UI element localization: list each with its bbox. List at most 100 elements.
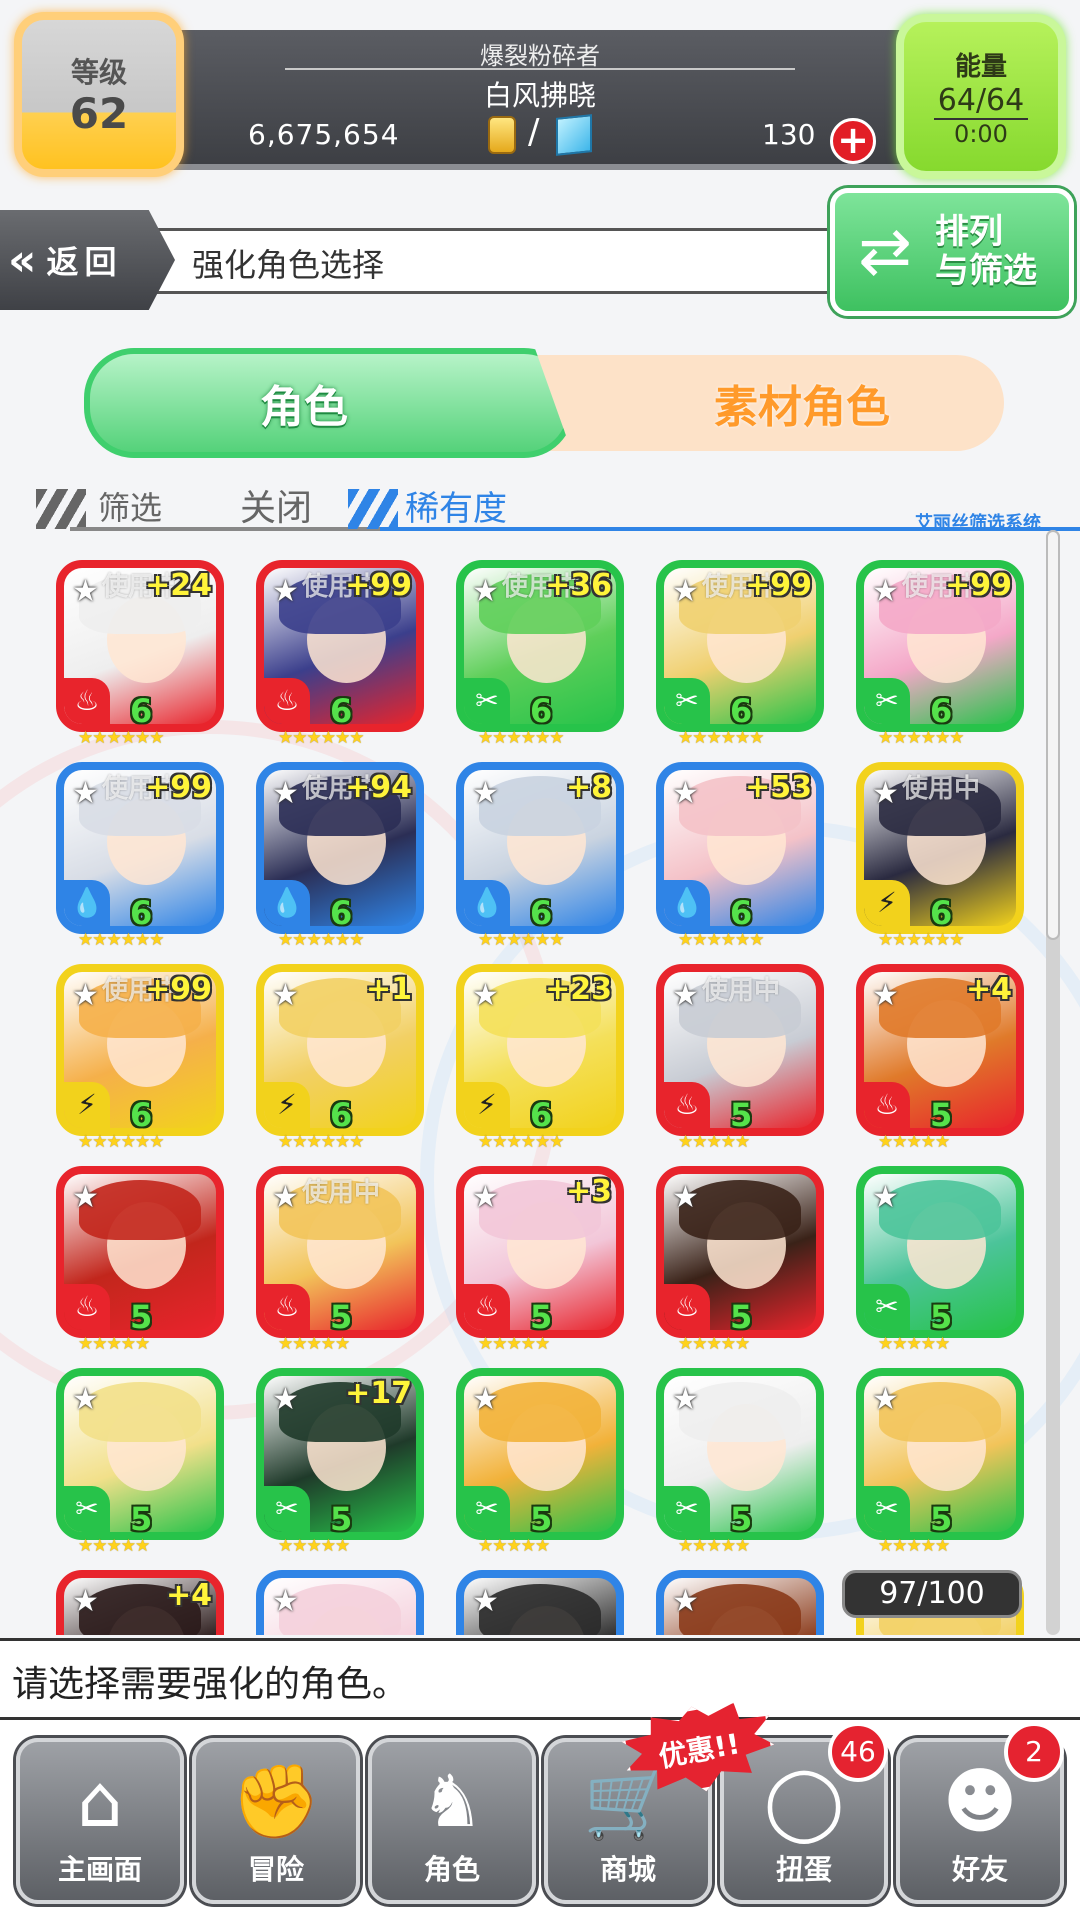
character-card[interactable]: ★ 使用中 ♨ 5 ★★★★★ bbox=[656, 964, 824, 1154]
character-card[interactable]: ★ 使用中 +99 ✂ 6 ★★★★★★ bbox=[856, 560, 1024, 750]
rarity-stars: ★★★★★★ bbox=[78, 1132, 164, 1152]
character-card[interactable]: ★ ✂ 5 ★★★★★ bbox=[456, 1368, 624, 1558]
rarity-number: 5 bbox=[330, 1500, 353, 1538]
character-card[interactable]: ★ 使用中 +99 💧 6 ★★★★★★ bbox=[56, 762, 224, 952]
rarity-stars: ★★★★★★ bbox=[478, 1132, 564, 1152]
filter-label: 筛选 bbox=[98, 489, 163, 527]
level-label: 等级 bbox=[70, 56, 127, 90]
character-card[interactable]: ★ ♨ 5 ★★★★★ bbox=[656, 1166, 824, 1356]
character-card[interactable]: ★ +3 ♨ 5 ★★★★★ bbox=[456, 1166, 624, 1356]
character-card[interactable]: ★ +53 💧 6 ★★★★★★ bbox=[656, 762, 824, 952]
filter-toggle[interactable]: 关闭 bbox=[240, 479, 312, 531]
character-card[interactable]: ★ 使用中 ♨ 5 ★★★★★ bbox=[256, 1166, 424, 1356]
rarity-stars: ★★★★★★ bbox=[878, 930, 964, 950]
favorite-star-icon: ★ bbox=[672, 1382, 699, 1417]
character-card[interactable]: ★💧 bbox=[456, 1570, 624, 1635]
rarity-number: 5 bbox=[530, 1298, 553, 1336]
nav-button-bunny[interactable]: ♞ 角色 bbox=[368, 1738, 536, 1904]
character-card[interactable]: ★ +17 ✂ 5 ★★★★★ bbox=[256, 1368, 424, 1558]
energy-timer: 0:00 bbox=[954, 119, 1008, 148]
favorite-star-icon: ★ bbox=[472, 1382, 499, 1417]
character-card[interactable]: ★💧 bbox=[656, 1570, 824, 1635]
rarity-stars: ★★★★★ bbox=[878, 1132, 950, 1152]
rarity-sort-label[interactable]: 稀有度 bbox=[405, 481, 507, 530]
character-card[interactable]: ★ +1 ⚡ 6 ★★★★★★ bbox=[256, 964, 424, 1154]
message-bar: 请选择需要强化的角色。 bbox=[0, 1638, 1080, 1720]
gold-amount: 6,675,654 bbox=[248, 118, 400, 151]
plus-value: +99 bbox=[345, 568, 412, 603]
page-title: 强化角色选择 bbox=[192, 246, 385, 284]
in-use-label: 使用中 bbox=[702, 976, 781, 1006]
fire-element-icon: ♨ bbox=[464, 1284, 510, 1330]
nav-label: 角色 bbox=[423, 1853, 480, 1886]
bunny-sort-icon: ⇄ bbox=[858, 215, 912, 289]
currency-separator: / bbox=[528, 112, 540, 152]
rarity-number: 6 bbox=[130, 1096, 153, 1134]
character-card[interactable]: ★ 使用中 +94 💧 6 ★★★★★★ bbox=[256, 762, 424, 952]
favorite-star-icon: ★ bbox=[872, 1382, 899, 1417]
rarity-stars: ★★★★★ bbox=[878, 1334, 950, 1354]
character-card[interactable]: ★ 使用中 +99 ✂ 6 ★★★★★★ bbox=[656, 560, 824, 750]
plus-value: +99 bbox=[945, 568, 1012, 603]
back-label: 返回 bbox=[46, 243, 123, 281]
fire-element-icon: ♨ bbox=[664, 1082, 710, 1128]
fire-element-icon: ♨ bbox=[264, 678, 310, 724]
favorite-star-icon: ★ bbox=[272, 776, 299, 811]
nav-button-home[interactable]: ⌂ 主画面 bbox=[16, 1738, 184, 1904]
promo-label: 优惠!! bbox=[656, 1727, 743, 1774]
bunny-icon: ♞ bbox=[419, 1759, 485, 1843]
water-element-icon: 💧 bbox=[264, 880, 310, 926]
nav-label: 冒险 bbox=[247, 1853, 304, 1886]
back-button[interactable]: « 返回 bbox=[0, 210, 175, 310]
favorite-star-icon: ★ bbox=[72, 1584, 99, 1619]
character-card[interactable]: ★+4♨ bbox=[56, 1570, 224, 1635]
rarity-stars: ★★★★★★ bbox=[478, 728, 564, 748]
favorite-star-icon: ★ bbox=[672, 776, 699, 811]
character-card[interactable]: ★ 使用中 +99 ⚡ 6 ★★★★★★ bbox=[56, 964, 224, 1154]
water-element-icon: 💧 bbox=[664, 880, 710, 926]
buy-gems-button[interactable]: + bbox=[830, 118, 876, 164]
favorite-star-icon: ★ bbox=[672, 1584, 699, 1619]
gold-coin-icon bbox=[488, 116, 516, 154]
thunder-element-icon: ⚡ bbox=[464, 1082, 510, 1128]
scrollbar-thumb[interactable] bbox=[1046, 530, 1060, 940]
rarity-number: 6 bbox=[530, 692, 553, 730]
character-card[interactable]: ★ 使用中 +36 ✂ 6 ★★★★★★ bbox=[456, 560, 624, 750]
character-card[interactable]: ★ ✂ 5 ★★★★★ bbox=[656, 1368, 824, 1558]
tab-material-characters[interactable]: 素材角色 bbox=[600, 355, 1004, 451]
character-card[interactable]: ★ ♨ 5 ★★★★★ bbox=[56, 1166, 224, 1356]
character-card[interactable]: ★ ✂ 5 ★★★★★ bbox=[56, 1368, 224, 1558]
character-card[interactable]: ★ ✂ 5 ★★★★★ bbox=[856, 1166, 1024, 1356]
character-card[interactable]: ★ ✂ 5 ★★★★★ bbox=[856, 1368, 1024, 1558]
rarity-stars: ★★★★★ bbox=[478, 1334, 550, 1354]
sort-filter-button[interactable]: ⇄ 排列 与筛选 bbox=[830, 188, 1074, 316]
rarity-number: 5 bbox=[930, 1096, 953, 1134]
character-card[interactable]: ★ +4 ♨ 5 ★★★★★ bbox=[856, 964, 1024, 1154]
rarity-stars: ★★★★★ bbox=[678, 1536, 750, 1556]
tab-characters[interactable]: 角色 bbox=[84, 348, 574, 458]
plus-value: +23 bbox=[545, 972, 612, 1007]
filter-row: 筛选 关闭 稀有度 艾丽丝筛选系统 bbox=[30, 475, 1080, 535]
rarity-stars: ★★★★★ bbox=[278, 1536, 350, 1556]
character-card[interactable]: ★ +23 ⚡ 6 ★★★★★★ bbox=[456, 964, 624, 1154]
character-card[interactable]: ★💧 bbox=[256, 1570, 424, 1635]
energy-badge[interactable]: 能量 64/64 0:00 bbox=[896, 14, 1066, 179]
favorite-star-icon: ★ bbox=[672, 574, 699, 609]
rarity-number: 6 bbox=[730, 692, 753, 730]
character-card[interactable]: ★ +8 💧 6 ★★★★★★ bbox=[456, 762, 624, 952]
filter-system-label: 艾丽丝筛选系统 bbox=[915, 513, 1041, 534]
gem-icon bbox=[556, 114, 592, 156]
plus-value: +1 bbox=[365, 972, 412, 1007]
plus-value: +4 bbox=[165, 1578, 212, 1613]
favorite-star-icon: ★ bbox=[272, 574, 299, 609]
character-card[interactable]: ★ 使用中 ⚡ 6 ★★★★★★ bbox=[856, 762, 1024, 952]
rarity-number: 5 bbox=[530, 1500, 553, 1538]
wood-element-icon: ✂ bbox=[464, 678, 510, 724]
rarity-number: 5 bbox=[130, 1500, 153, 1538]
character-card[interactable]: ★ 使用中 +99 ♨ 6 ★★★★★★ bbox=[256, 560, 424, 750]
sort-label-line2: 与筛选 bbox=[935, 251, 1037, 291]
nav-button-handshake[interactable]: ✊ 冒险 bbox=[192, 1738, 360, 1904]
character-card[interactable]: ★ 使用中 +24 ♨ 6 ★★★★★★ bbox=[56, 560, 224, 750]
water-element-icon: 💧 bbox=[464, 880, 510, 926]
nav-button-friends[interactable]: ☻ 好友 2 bbox=[896, 1722, 1064, 1904]
